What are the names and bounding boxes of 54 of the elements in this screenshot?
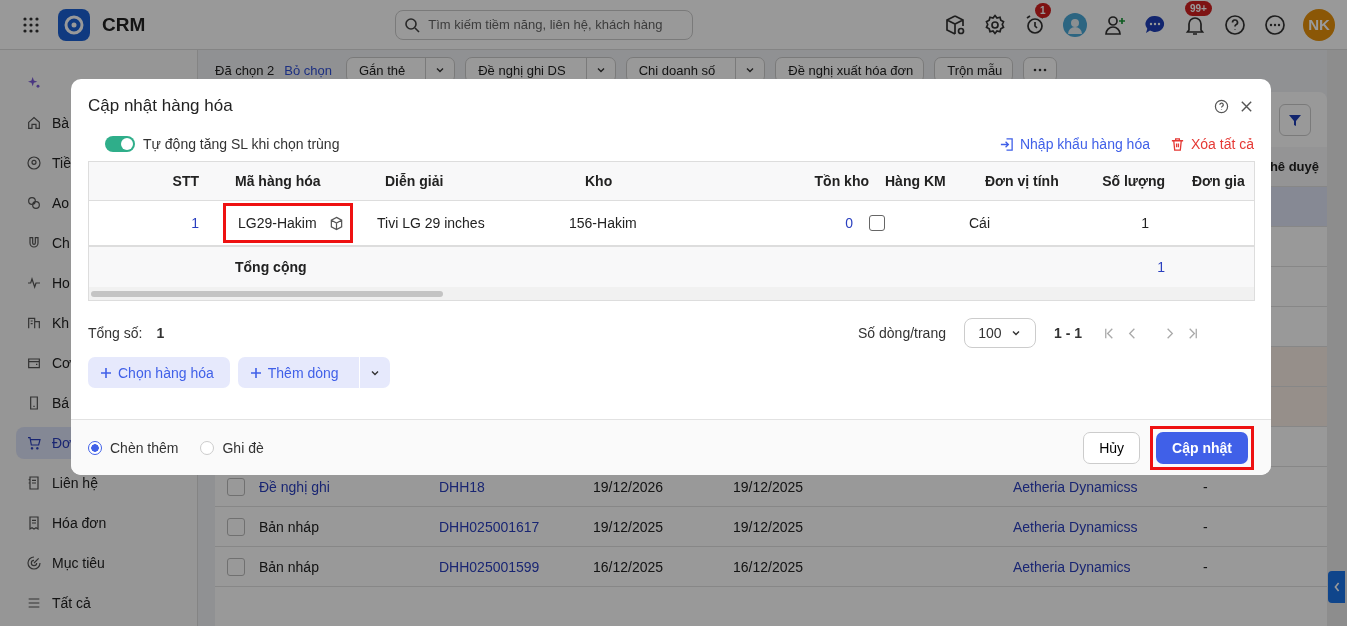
table-cell-text: 156-Hakim: [568, 215, 638, 231]
table-cell-text: -: [1203, 558, 1209, 575]
column-header: Đơn vị tính: [984, 173, 1060, 189]
nav-label: Ch: [52, 235, 70, 251]
date-cell-text: 19/12/2025: [593, 518, 665, 535]
date-cell-text: 16/12/2025: [593, 558, 665, 575]
nav-label: Hóa đơn: [52, 515, 107, 531]
nav-label: Mục tiêu: [52, 555, 105, 571]
nav-label: Ho: [52, 275, 70, 291]
nav-label: Bà: [52, 115, 70, 131]
column-header: Tồn kho: [813, 173, 870, 189]
radio-label: Chèn thêm: [110, 439, 179, 456]
page-range: 1 - 1: [1054, 325, 1082, 341]
column-header: Diễn giải: [384, 173, 445, 189]
app-name: CRM: [102, 13, 146, 36]
column-header: Đơn gia: [1191, 173, 1246, 189]
status-cell-text: Bản nháp: [259, 518, 320, 535]
date-cell-text: 19/12/2025: [733, 518, 805, 535]
date-cell-text: 19/12/2025: [733, 478, 805, 495]
total-label: Tổng cộng: [234, 259, 308, 275]
column-header: Kho: [584, 173, 614, 189]
date-cell-text: 16/12/2025: [733, 558, 805, 575]
dialog-title: Cập nhật hàng hóa: [88, 96, 234, 116]
column-header: STT: [171, 173, 200, 189]
radio-label: Ghi đè: [222, 439, 264, 456]
page-size-label: Số dòng/trang: [858, 325, 946, 341]
count-badge: 99+: [1185, 0, 1212, 16]
total-count: 1: [156, 325, 165, 341]
selection-count: Đã chọn 2: [215, 62, 275, 78]
nav-label: Kh: [52, 315, 70, 331]
nav-label: Tất cả: [52, 595, 91, 611]
status-cell-text: Đề nghị ghi: [259, 478, 331, 495]
table-cell-text: Tivi LG 29 inches: [376, 215, 486, 231]
total-quantity: 1: [1156, 259, 1166, 275]
status-cell-text: Bản nháp: [259, 558, 320, 575]
total-count-label: Tổng số:: [88, 325, 143, 341]
table-cell-text: -: [1203, 518, 1209, 535]
count-badge: 1: [1035, 2, 1051, 18]
nav-label: Liên hệ: [52, 475, 98, 491]
column-header: Hàng KM: [884, 173, 947, 189]
table-cell-text: -: [1203, 478, 1209, 495]
table-cell-text: Cái: [968, 215, 991, 231]
nav-label: Ao: [52, 195, 70, 211]
toggle-label: Tự động tăng SL khi chọn trùng: [143, 136, 340, 152]
column-header: hê duyệ: [1269, 159, 1319, 174]
table-cell-text: 1: [1140, 215, 1150, 231]
date-cell-text: 19/12/2026: [593, 478, 665, 495]
column-header: Số lượng: [1101, 173, 1166, 189]
nav-label: Bá: [52, 395, 70, 411]
column-header: Mã hàng hóa: [234, 173, 322, 189]
nav-label: Tiề: [52, 155, 71, 171]
nav-label: Đơ: [52, 435, 72, 451]
table-cell-text: 1: [190, 215, 200, 231]
nav-label: Cơ: [52, 355, 72, 371]
